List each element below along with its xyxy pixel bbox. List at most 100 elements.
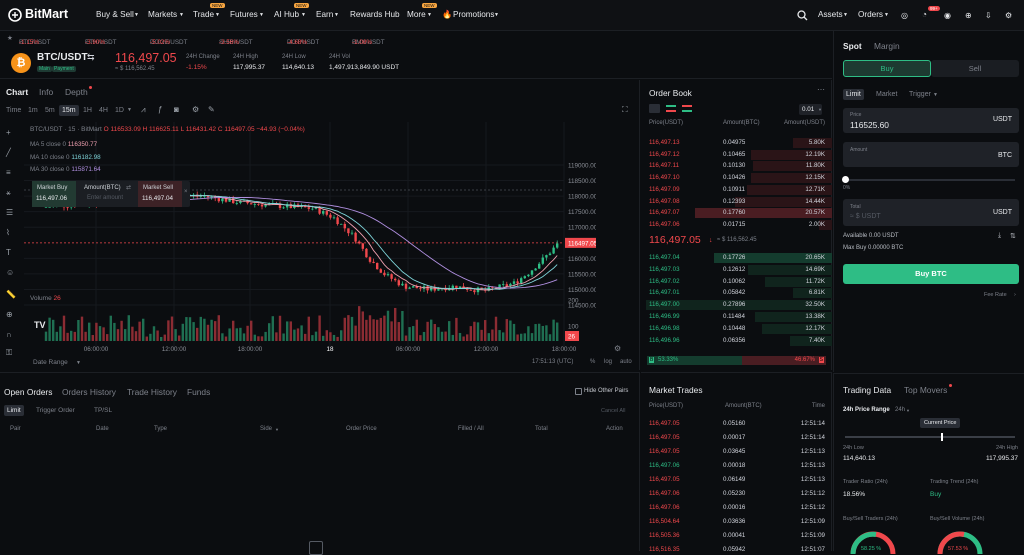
node-icon[interactable]: ⚹ (6, 189, 11, 197)
tab-trading-data[interactable]: Trading Data (843, 385, 891, 395)
trade-row[interactable]: 116,497.06 0.00018 12:51:13 (641, 461, 832, 471)
search-icon[interactable] (797, 10, 808, 21)
nav-more[interactable]: More (407, 10, 426, 19)
mid-price-row[interactable]: 116,497.05 ↓ ≈ $ 116,562.45 (641, 232, 832, 250)
ruler-icon[interactable]: 📏 (6, 291, 16, 299)
log-toggle[interactable]: log (604, 359, 612, 365)
trade-row[interactable]: 116,505.36 0.00041 12:51:09 (641, 531, 832, 541)
bid-row[interactable]: 116,497.00 0.27896 32.50K (641, 300, 832, 311)
download-icon[interactable]: ⇩ (985, 10, 992, 20)
interval-1d[interactable]: 1D (115, 107, 124, 114)
tab-chart[interactable]: Chart (6, 87, 28, 97)
fullscreen-icon[interactable]: ⛶ (622, 106, 628, 114)
trade-row[interactable]: 116,497.05 0.00017 12:51:14 (641, 433, 832, 443)
trade-row[interactable]: 116,497.06 0.00016 12:51:12 (641, 503, 832, 513)
type-market[interactable]: Market (876, 91, 897, 98)
tab-open-orders[interactable]: Open Orders (4, 387, 52, 397)
interval-15m[interactable]: 15m (59, 105, 79, 116)
nav-orders[interactable]: Orders (858, 10, 883, 19)
fx-icon[interactable]: ƒ (158, 106, 162, 114)
settings-icon[interactable]: ⚙ (192, 106, 199, 114)
tab-top-movers[interactable]: Top Movers (904, 385, 947, 395)
bid-row[interactable]: 116,497.02 0.10062 11.72K (641, 276, 832, 287)
nav-rewards-hub[interactable]: Rewards Hub (350, 10, 400, 19)
gear-icon[interactable]: ⚙ (1005, 10, 1012, 20)
brush-icon[interactable]: ⌇ (6, 229, 10, 237)
amount-slider[interactable] (842, 176, 1015, 183)
nav-trade[interactable]: Trade (193, 10, 214, 19)
tab-depth[interactable]: Depth (65, 87, 88, 97)
emoji-icon[interactable]: ☺ (6, 269, 14, 277)
fee-rate-link[interactable]: Fee Rate (984, 292, 1007, 298)
type-limit[interactable]: Limit (843, 89, 864, 100)
bid-row[interactable]: 116,497.01 0.05842 6.81K (641, 288, 832, 299)
bid-row[interactable]: 116,496.99 0.11484 13.38K (641, 312, 832, 322)
candlestick-chart[interactable]: 119000.00 118500.00 118000.00 117500.00 1170… (24, 122, 596, 354)
interval-4h[interactable]: 4H (99, 107, 108, 114)
zoom-icon[interactable]: ⊕ (6, 311, 13, 319)
pair-name[interactable]: BTC/USDT (37, 52, 88, 63)
convert-icon[interactable]: ⇅ (1010, 232, 1016, 240)
market-sell-button[interactable]: Market Sell 116,497.04 (138, 181, 182, 207)
fib-icon[interactable]: ☰ (6, 209, 13, 217)
swap-icon[interactable]: ⇆ (87, 52, 95, 63)
bell-icon[interactable]: ◔ (922, 10, 927, 19)
nav-earn[interactable]: Earn (316, 10, 333, 19)
interval-5m[interactable]: 5m (45, 107, 55, 114)
tab-funds[interactable]: Funds (187, 387, 210, 397)
interval-time[interactable]: Time (6, 107, 21, 114)
trade-row[interactable]: 116,516.35 0.05942 12:51:07 (641, 545, 832, 555)
trade-row[interactable]: 116,497.05 0.06149 12:51:13 (641, 475, 832, 485)
draw-icon[interactable]: ✎ (208, 106, 215, 114)
ask-row[interactable]: 116,497.07 0.17760 20.57K (641, 208, 832, 219)
nav-ai-hub[interactable]: AI Hub (274, 10, 299, 19)
nav-buy-sell[interactable]: Buy & Sell (96, 10, 134, 19)
lock-icon[interactable]: ⚿ (6, 349, 12, 357)
support-icon[interactable]: ◎ (901, 10, 908, 20)
tab-spot[interactable]: Spot (843, 41, 862, 51)
percent-toggle[interactable]: % (590, 359, 595, 365)
view-both-icon[interactable] (649, 104, 660, 113)
price-field[interactable]: Price 116525.60 USDT (843, 108, 1019, 133)
bid-row[interactable]: 116,496.96 0.06356 7.40K (641, 335, 832, 346)
ask-row[interactable]: 116,497.12 0.10465 12.19K (641, 149, 832, 160)
trendline-icon[interactable]: ╱ (6, 149, 11, 157)
buy-tab[interactable]: Buy (843, 60, 931, 77)
magnet-icon[interactable]: ∩ (6, 331, 12, 339)
price-range-select[interactable]: 24h (895, 407, 905, 413)
more-icon[interactable]: ⋯ (817, 85, 825, 94)
total-field[interactable]: Total ≈ $ USDT USDT (843, 199, 1019, 226)
swap-icon[interactable]: ⇄ (126, 184, 131, 191)
ask-row[interactable]: 116,497.13 0.04975 5.80K (641, 138, 832, 148)
crosshair-icon[interactable]: + (6, 129, 11, 137)
star-icon[interactable]: ★ (7, 35, 13, 42)
bid-row[interactable]: 116,496.98 0.10448 12.17K (641, 323, 832, 334)
interval-1m[interactable]: 1m (28, 107, 38, 114)
market-buy-button[interactable]: Market Buy 116,497.06 (32, 181, 76, 207)
trade-row[interactable]: 116,497.06 0.05230 12:51:12 (641, 489, 832, 499)
type-trigger[interactable]: Trigger (909, 91, 931, 98)
subtab-trigger[interactable]: Trigger Order (36, 407, 75, 414)
transfer-icon[interactable]: ⤓ (998, 232, 1001, 240)
nav-assets[interactable]: Assets (818, 10, 843, 19)
col-side[interactable]: Side (260, 426, 272, 432)
slider-handle[interactable] (842, 176, 849, 183)
ask-row[interactable]: 116,497.11 0.10130 11.80K (641, 161, 832, 172)
trade-row[interactable]: 116,497.05 0.03645 12:51:13 (641, 447, 832, 457)
ask-row[interactable]: 116,497.06 0.01715 2.00K (641, 219, 832, 230)
sell-tab[interactable]: Sell (931, 60, 1019, 77)
nav-markets[interactable]: Markets (148, 10, 177, 19)
text-icon[interactable]: T (6, 249, 11, 257)
bid-row[interactable]: 116,497.04 0.17726 20.65K (641, 253, 832, 263)
subtab-tpsl[interactable]: TP/SL (94, 407, 112, 414)
logo[interactable]: BitMart (8, 7, 78, 23)
col-type[interactable]: Type (154, 426, 167, 432)
auto-toggle[interactable]: auto (620, 359, 632, 365)
camera-icon[interactable]: ◙ (174, 106, 179, 114)
ask-row[interactable]: 116,497.10 0.10426 12.15K (641, 173, 832, 184)
nav-futures[interactable]: Futures (230, 10, 258, 19)
buy-btc-button[interactable]: Buy BTC (843, 264, 1019, 284)
subtab-limit[interactable]: Limit (4, 405, 24, 416)
view-bids-icon[interactable] (666, 105, 676, 112)
tab-trade-history[interactable]: Trade History (127, 387, 177, 397)
